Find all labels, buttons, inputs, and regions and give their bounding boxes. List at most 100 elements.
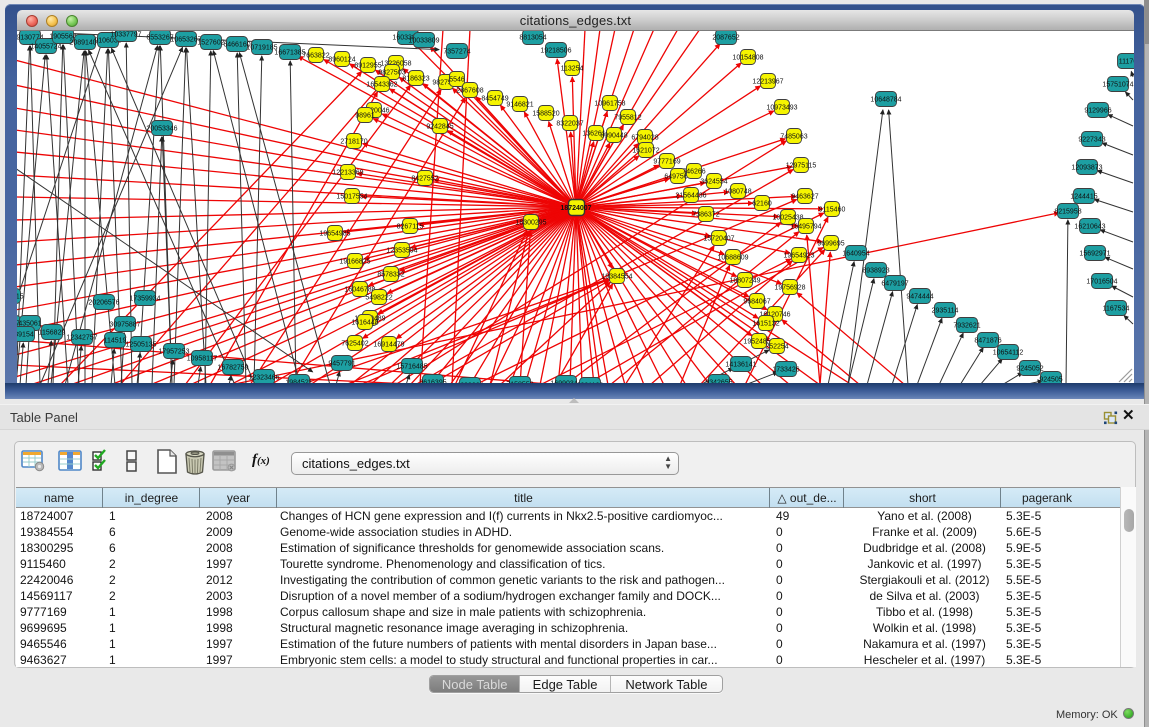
svg-text:9227343: 9227343 [1078,136,1105,143]
svg-text:10719185: 10719185 [246,44,277,51]
svg-text:6479197: 6479197 [881,280,908,287]
svg-text:18807249: 18807249 [729,277,760,284]
svg-text:18724007: 18724007 [560,205,591,212]
svg-text:19218506: 19218506 [540,47,571,54]
svg-text:16543362: 16543362 [366,81,397,88]
svg-text:10973493: 10973493 [766,104,797,111]
svg-text:20053346: 20053346 [146,125,177,132]
svg-text:14055724: 14055724 [30,43,61,50]
svg-text:9474444: 9474444 [906,293,933,300]
svg-text:2626615: 2626615 [17,293,24,300]
svg-text:16782759: 16782759 [217,364,248,371]
svg-text:15720407: 15720407 [703,235,734,242]
svg-text:746266: 746266 [682,168,705,175]
svg-text:1640954: 1640954 [842,250,869,257]
svg-text:21564436: 21564436 [675,192,706,199]
svg-text:10958117: 10958117 [187,355,218,362]
svg-text:16495794: 16495794 [790,223,821,230]
svg-text:16671385: 16671385 [274,49,305,56]
svg-text:252254: 252254 [765,343,788,350]
svg-text:8912955: 8912955 [354,62,381,69]
svg-text:17359934: 17359934 [129,295,160,302]
svg-text:113254: 113254 [561,65,584,72]
svg-text:10033809: 10033809 [408,37,439,44]
svg-text:7955812: 7955812 [614,114,641,121]
svg-text:12353594: 12353594 [386,247,417,254]
svg-text:19654923: 19654923 [783,252,814,259]
svg-text:1244415: 1244415 [1070,193,1097,200]
svg-text:7357274: 7357274 [443,48,470,55]
svg-text:9242845: 9242845 [426,123,453,130]
svg-text:12323466: 12323466 [248,374,279,381]
svg-text:7386372: 7386372 [692,211,719,218]
svg-text:2087652: 2087652 [712,34,739,41]
svg-text:1984521: 1984521 [285,379,312,383]
svg-text:8454749: 8454749 [481,95,508,102]
svg-text:10154808: 10154808 [732,54,763,61]
svg-text:1156829: 1156829 [39,329,66,336]
svg-text:924505: 924505 [1039,376,1062,383]
svg-text:16046788: 16046788 [344,286,375,293]
svg-text:20206576: 20206576 [88,299,119,306]
svg-text:1699034: 1699034 [456,382,483,383]
svg-text:9616395: 9616395 [419,379,446,383]
svg-text:8471876: 8471876 [974,337,1001,344]
svg-text:98961: 98961 [355,112,375,119]
svg-text:9463627: 9463627 [791,193,818,200]
svg-text:9146821: 9146821 [506,101,533,108]
svg-text:8267115: 8267115 [397,223,424,230]
svg-text:19654985: 19654985 [319,230,350,237]
svg-text:9684067: 9684067 [743,298,770,305]
svg-text:17016504: 17016504 [1086,278,1117,285]
svg-text:9777169: 9777169 [653,158,680,165]
svg-text:8186323: 8186323 [402,75,429,82]
svg-text:8813054: 8813054 [519,34,546,41]
svg-text:7663822: 7663822 [302,52,329,59]
svg-text:30975887: 30975887 [109,321,140,328]
svg-text:7485063: 7485063 [780,133,807,140]
svg-text:2718170: 2718170 [340,138,367,145]
svg-text:9699695: 9699695 [817,240,844,247]
svg-text:9342655: 9342655 [705,379,732,383]
svg-text:11170: 11170 [1119,58,1134,65]
svg-text:1616448: 1616448 [351,319,378,326]
svg-text:8990448: 8990448 [600,132,627,139]
svg-text:9245052: 9245052 [1016,365,1043,372]
svg-text:3624554: 3624554 [700,178,727,185]
svg-text:9129966: 9129966 [1084,107,1111,114]
svg-text:1615132: 1615132 [752,320,779,327]
svg-text:8322037: 8322037 [556,120,583,127]
svg-text:8215958: 8215958 [1054,208,1081,215]
svg-text:9457791: 9457791 [328,360,355,367]
svg-text:8578332: 8578332 [377,271,404,278]
svg-text:114519: 114519 [104,337,127,344]
svg-text:15692971: 15692971 [1079,250,1110,257]
svg-text:19166825: 19166825 [339,258,370,265]
svg-text:7625402: 7625402 [341,340,368,347]
svg-text:39154: 39154 [17,331,34,338]
svg-text:12213369: 12213369 [332,169,363,176]
svg-text:19384554: 19384554 [601,273,632,280]
svg-text:6794028: 6794028 [631,134,658,141]
svg-text:15017554: 15017554 [336,193,367,200]
svg-text:62160: 62160 [752,200,772,207]
svg-text:9115460: 9115460 [819,206,846,213]
svg-text:17957253: 17957253 [158,348,189,355]
svg-text:19756928: 19756928 [774,284,805,291]
svg-text:8960124: 8960124 [328,56,355,63]
svg-text:10648784: 10648784 [870,96,901,103]
svg-text:2867608: 2867608 [456,87,483,94]
svg-text:7158552: 7158552 [506,381,533,383]
svg-text:5546: 5546 [449,76,465,83]
svg-text:12505135: 12505135 [125,341,156,348]
svg-text:5498222: 5498222 [365,294,392,301]
svg-text:18300295: 18300295 [515,219,546,226]
svg-text:16914479: 16914479 [373,341,404,348]
svg-text:1733426: 1733426 [772,366,799,373]
svg-text:7932621: 7932621 [953,322,980,329]
svg-text:1527602: 1527602 [197,39,224,46]
svg-text:2935114: 2935114 [932,307,959,314]
svg-text:10654112: 10654112 [993,349,1024,356]
svg-text:12975115: 12975115 [786,162,817,169]
svg-text:12342757: 12342757 [66,334,97,341]
